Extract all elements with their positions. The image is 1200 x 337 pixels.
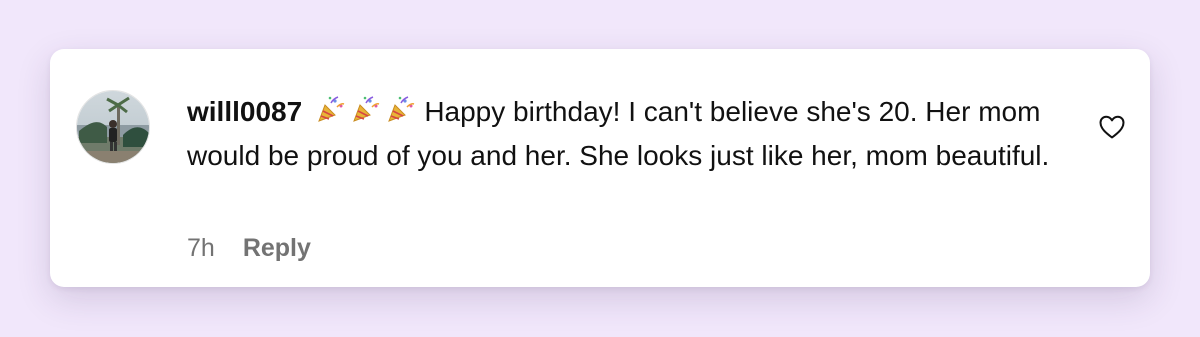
party-popper-icon [318,96,345,122]
party-popper-emojis [316,94,414,135]
comment-timestamp: 7h [187,234,215,262]
heart-icon[interactable] [1097,112,1127,142]
party-popper-icon [387,96,414,122]
avatar[interactable] [76,90,150,164]
avatar-photo [77,91,149,163]
comment-meta: 7h Reply [187,233,311,263]
comment-username[interactable]: willl0087 [187,96,302,127]
reply-button[interactable]: Reply [243,233,311,263]
comment-card: willl0087 Happy birthday! I can't believ… [50,49,1150,287]
comment-body: willl0087 Happy birthday! I can't believ… [187,91,1067,176]
party-popper-icon [352,96,379,122]
